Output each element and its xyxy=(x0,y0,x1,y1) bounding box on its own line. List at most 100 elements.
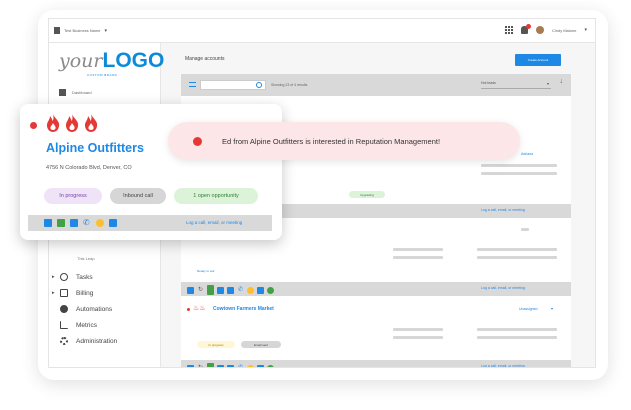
automation-icon xyxy=(60,305,68,313)
log-activity-link[interactable]: Log a call, email, or meeting xyxy=(481,208,525,212)
brand-logo[interactable]: yourLOGO xyxy=(59,49,164,73)
placeholder-line xyxy=(393,336,443,339)
avatar[interactable] xyxy=(536,26,545,34)
placeholder-line xyxy=(477,328,557,331)
sidebar-item-label: Dashboard xyxy=(72,90,92,95)
sort-direction-icon[interactable]: ↓ xyxy=(560,78,564,85)
user-name[interactable]: Cindy Malone xyxy=(552,28,576,33)
status-badge: Upgrading xyxy=(349,191,385,198)
document-icon[interactable] xyxy=(44,219,52,227)
status-label: Ready to sell xyxy=(197,269,215,273)
contact-card-icon[interactable] xyxy=(217,286,224,294)
check-circle-icon xyxy=(60,273,68,281)
logo-text-logo: LOGO xyxy=(102,49,165,72)
quick-action-icons: ✆ xyxy=(44,219,117,227)
refresh-icon[interactable]: ↻ xyxy=(197,287,204,294)
assigned-to[interactable]: Adriana xyxy=(521,152,533,156)
status-badge: Inbound call xyxy=(110,188,166,204)
results-count: Showing 23 of 4 results xyxy=(271,83,308,87)
logo-subtitle: CUSTOM BRAND xyxy=(87,73,118,77)
email-icon[interactable] xyxy=(57,219,65,227)
smiley-icon[interactable] xyxy=(96,219,104,227)
sort-select[interactable]: Hot leads ▾ xyxy=(481,80,551,89)
placeholder-line xyxy=(477,336,557,339)
tag-icon[interactable] xyxy=(207,285,214,295)
business-switcher[interactable]: Test Business Name ▾ xyxy=(54,27,107,34)
building-icon xyxy=(54,27,60,34)
calendar-icon[interactable] xyxy=(109,219,117,227)
business-name: Test Business Name xyxy=(64,28,101,33)
chat-icon[interactable] xyxy=(267,364,274,367)
placeholder-line xyxy=(393,248,443,251)
video-icon[interactable] xyxy=(257,364,264,367)
notification-toast[interactable]: Ed from Alpine Outfitters is interested … xyxy=(168,122,520,160)
refresh-icon[interactable]: ↻ xyxy=(197,365,204,368)
sidebar-nav: ▸ Tasks ▸ Billing Automations Metrics Ad… xyxy=(49,269,161,349)
contact-card-icon[interactable] xyxy=(217,364,224,367)
placeholder-line xyxy=(521,228,529,231)
chevron-down-icon: ▾ xyxy=(104,27,107,34)
sidebar-item-dashboard[interactable]: Dashboard xyxy=(59,89,92,96)
flame-icon xyxy=(65,114,79,132)
sidebar-item-label: Billing xyxy=(76,289,94,297)
smiley-icon[interactable] xyxy=(247,364,254,367)
row-action-bar: ↻ ✆ Log a call, email, or meeting xyxy=(181,282,571,296)
chevron-down-icon[interactable]: ▾ xyxy=(584,27,587,33)
chevron-right-icon: ▸ xyxy=(52,274,55,280)
apps-grid-icon[interactable] xyxy=(505,26,514,34)
hot-lead-dot xyxy=(187,308,190,311)
status-pills: In progress Inbound call 1 open opportun… xyxy=(44,188,258,204)
dashboard-icon xyxy=(59,89,66,96)
document-icon[interactable] xyxy=(187,286,194,294)
log-activity-link[interactable]: Log a call, email, or meeting xyxy=(186,220,242,225)
log-activity-link[interactable]: Log a call, email, or meeting xyxy=(481,286,525,290)
notifications-icon[interactable] xyxy=(521,24,532,34)
opportunity-badge[interactable]: 1 open opportunity xyxy=(174,188,258,204)
placeholder-line xyxy=(481,164,557,167)
smiley-icon[interactable] xyxy=(247,286,254,294)
sidebar-item-label: Tasks xyxy=(76,273,93,281)
account-name-link[interactable]: Cowtown Farmers Market xyxy=(213,306,274,312)
gear-icon xyxy=(60,337,68,345)
create-account-button[interactable]: Create Account xyxy=(515,54,561,66)
phone-icon[interactable]: ✆ xyxy=(237,365,244,368)
table-row[interactable]: ♨♨ Cowtown Farmers Market Unassigned ▾ I… xyxy=(181,296,571,360)
log-activity-link[interactable]: Log a call, email, or meeting xyxy=(481,364,525,367)
phone-icon[interactable]: ✆ xyxy=(83,219,91,227)
phone-icon[interactable]: ✆ xyxy=(237,287,244,294)
hot-lead-dot xyxy=(30,122,37,129)
document-icon[interactable] xyxy=(187,364,194,367)
placeholder-line xyxy=(477,256,557,259)
account-address: 4756 N Colorado Blvd, Denver, CO xyxy=(46,165,132,171)
sidebar-item-metrics[interactable]: Metrics xyxy=(49,317,161,333)
status-badge: In progress xyxy=(44,188,102,204)
contact-card-icon[interactable] xyxy=(70,219,78,227)
placeholder-line xyxy=(393,328,443,331)
sidebar-item-automations[interactable]: Automations xyxy=(49,301,161,317)
sidebar-item-billing[interactable]: ▸ Billing xyxy=(49,285,161,301)
image-icon[interactable] xyxy=(227,364,234,367)
sidebar-item-administration[interactable]: Administration xyxy=(49,333,161,349)
video-icon[interactable] xyxy=(257,286,264,294)
chat-icon[interactable] xyxy=(267,286,274,294)
sidebar-subitem[interactable]: This Leap xyxy=(77,256,95,261)
account-name[interactable]: Alpine Outfitters xyxy=(46,141,144,155)
search-icon[interactable] xyxy=(256,82,262,88)
tag-icon[interactable] xyxy=(207,363,214,367)
quick-action-icons: ↻ ✆ xyxy=(187,285,274,295)
hot-lead-flames xyxy=(45,113,99,133)
chevron-down-icon: ▾ xyxy=(546,81,549,86)
notification-text: Ed from Alpine Outfitters is interested … xyxy=(222,136,441,146)
sidebar-item-tasks[interactable]: ▸ Tasks xyxy=(49,269,161,285)
image-icon[interactable] xyxy=(227,286,234,294)
list-toolbar: Showing 23 of 4 results Hot leads ▾ ↓ xyxy=(181,74,571,96)
alert-dot xyxy=(193,136,202,146)
assigned-to[interactable]: Unassigned xyxy=(519,307,537,311)
filter-icon[interactable] xyxy=(189,82,196,87)
notification-badge xyxy=(526,24,532,29)
page-title: Manage accounts xyxy=(185,56,225,62)
chevron-down-icon[interactable]: ▾ xyxy=(551,306,553,311)
bar-chart-icon xyxy=(60,321,68,329)
row-action-bar: ↻ ✆ Log a call, email, or meeting xyxy=(181,360,571,368)
search-input[interactable] xyxy=(200,80,266,90)
